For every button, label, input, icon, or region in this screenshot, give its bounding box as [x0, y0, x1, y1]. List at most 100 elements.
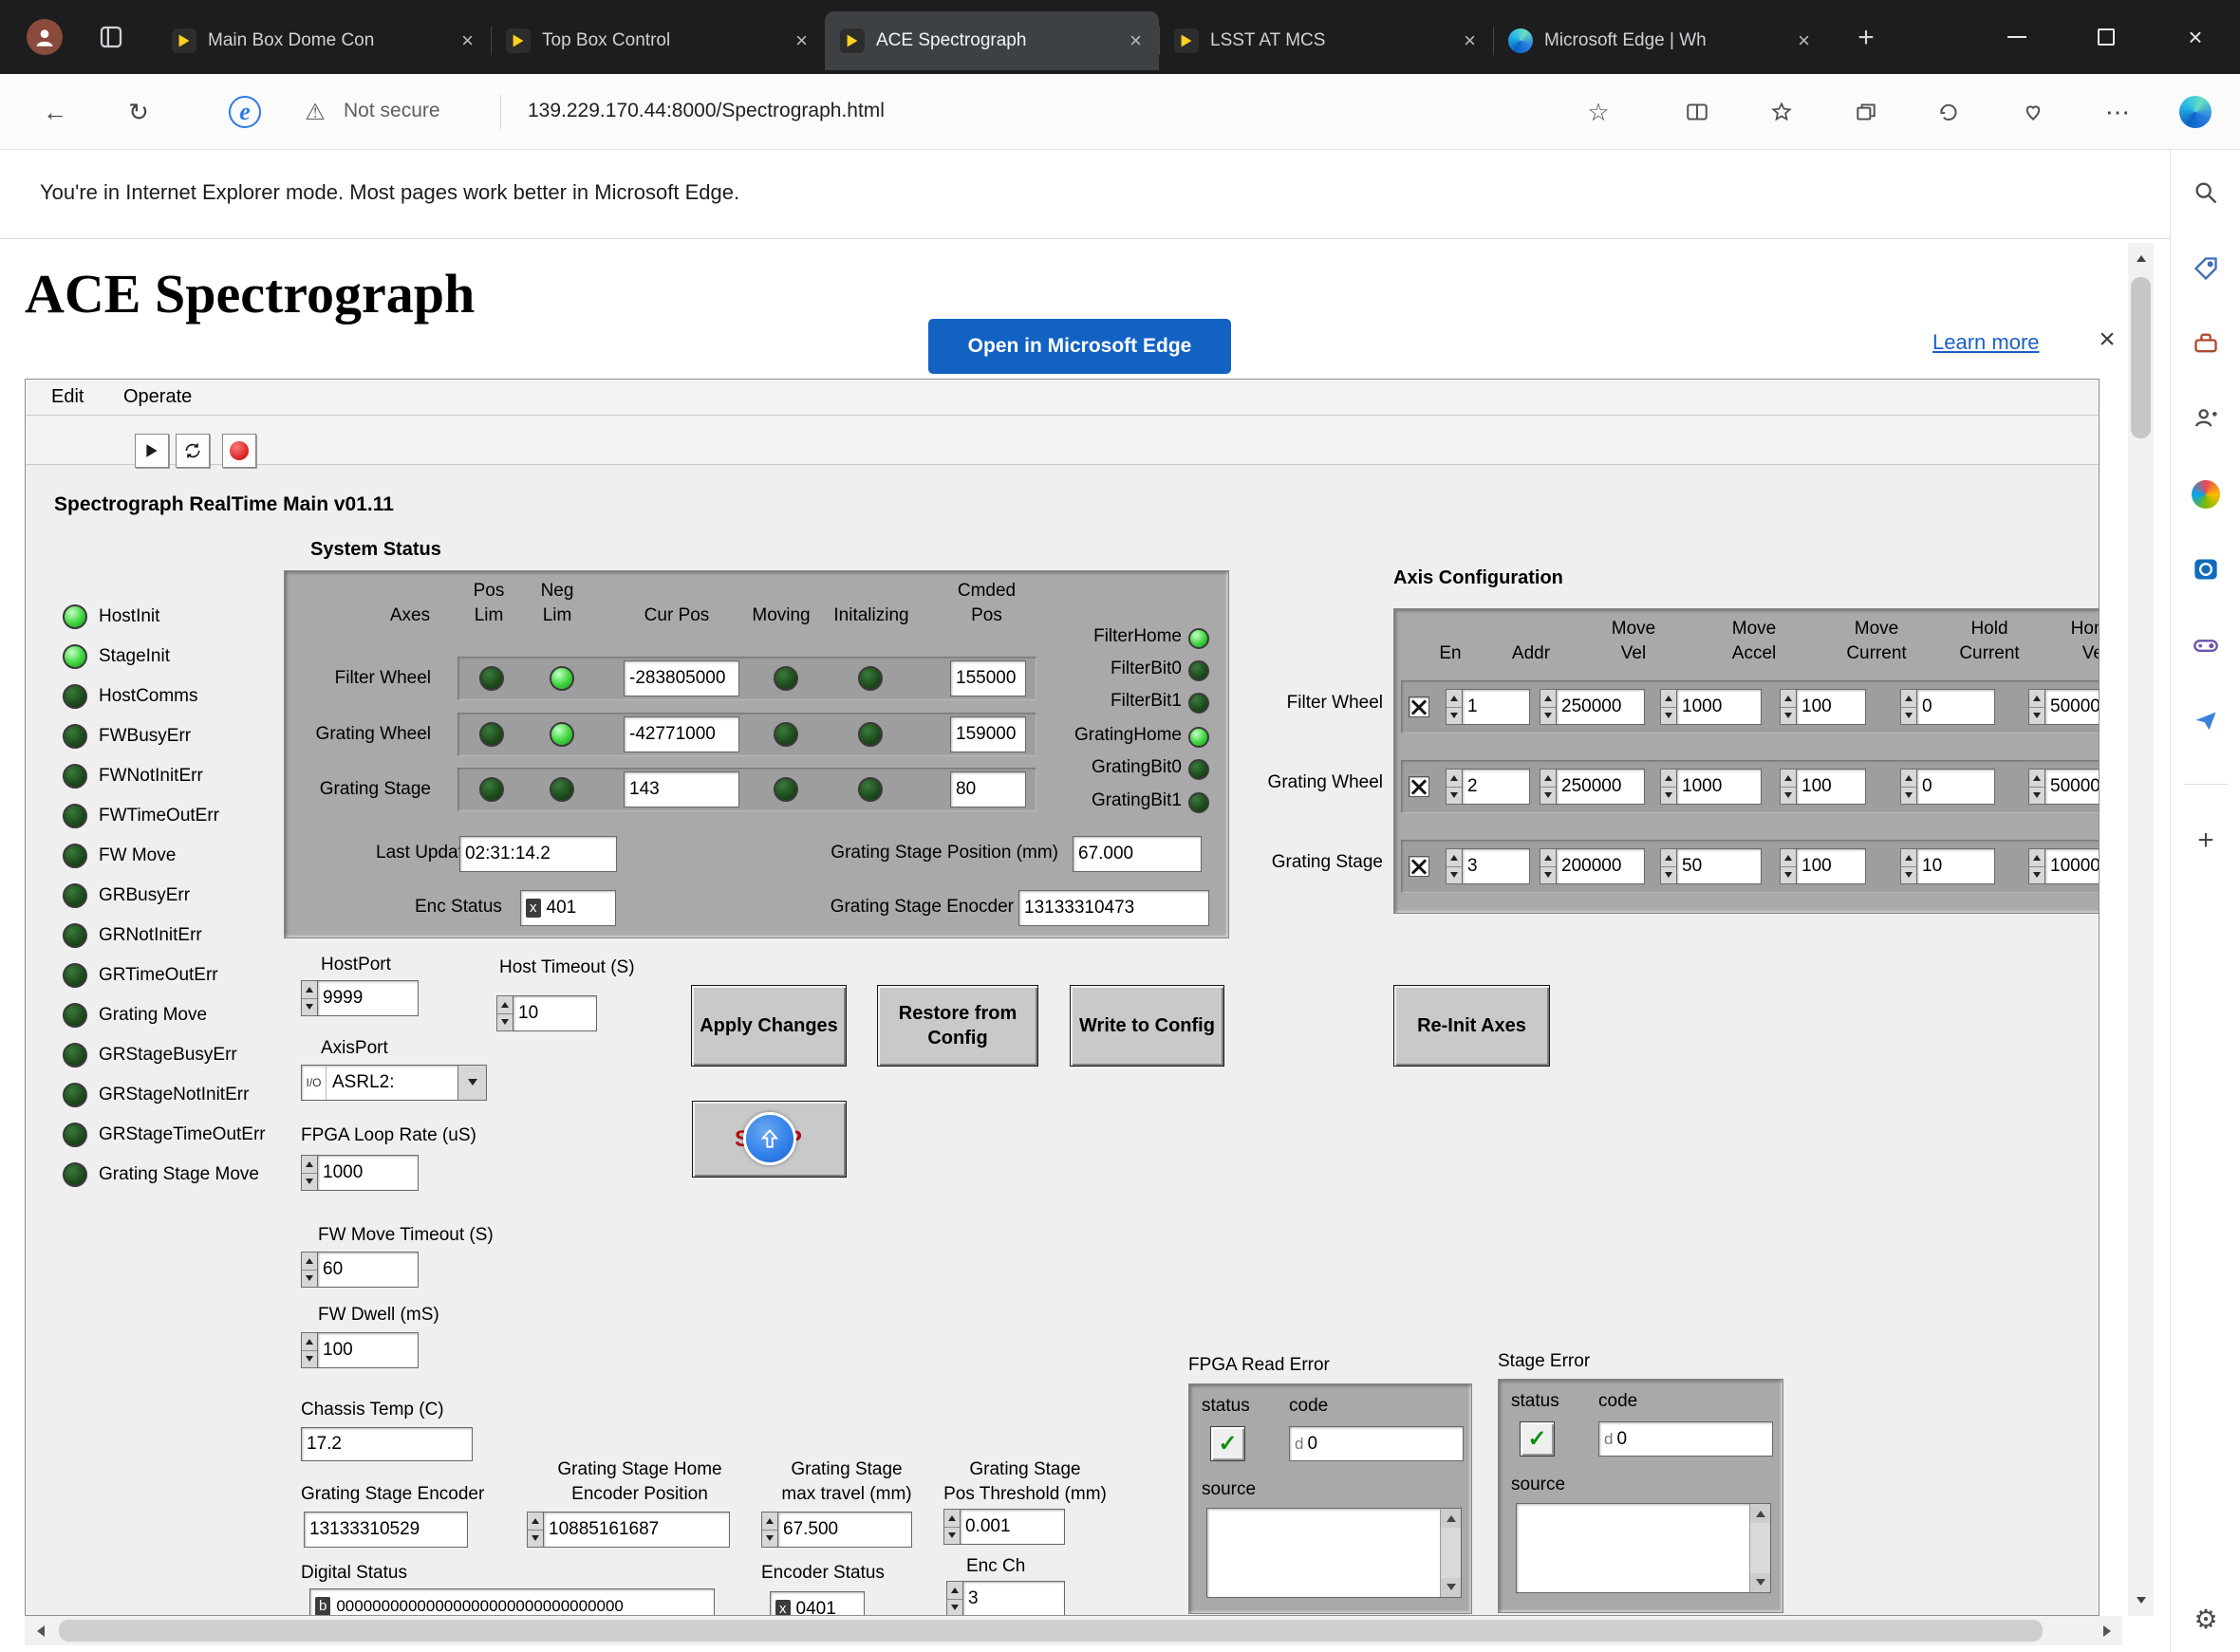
- spinner[interactable]: [527, 1512, 543, 1548]
- copilot-icon[interactable]: [2176, 93, 2214, 131]
- browser-tab-ace-spectrograph[interactable]: ACE Spectrograph ×: [825, 11, 1159, 70]
- hold-current-input[interactable]: 0: [1900, 689, 1995, 725]
- spinner[interactable]: [301, 1332, 317, 1368]
- en-checkbox[interactable]: [1409, 856, 1429, 877]
- source-textbox[interactable]: [1516, 1503, 1771, 1593]
- hostport-input[interactable]: 9999: [301, 980, 419, 1016]
- people-icon[interactable]: [2187, 399, 2225, 437]
- move-accel-input[interactable]: 1000: [1660, 769, 1762, 805]
- abort-button[interactable]: [222, 434, 256, 468]
- not-secure-warning-icon[interactable]: ⚠: [296, 93, 334, 131]
- sidebar-add-icon[interactable]: +: [2187, 822, 2225, 860]
- move-current-input[interactable]: 100: [1780, 848, 1866, 884]
- minimize-button[interactable]: [1972, 0, 2062, 74]
- fpga-loop-rate-input[interactable]: 1000: [301, 1155, 419, 1191]
- outlook-icon[interactable]: [2187, 550, 2225, 588]
- settings-gear-icon[interactable]: ⚙: [2187, 1600, 2225, 1638]
- reinit-axes-button[interactable]: Re-Init Axes: [1393, 985, 1550, 1067]
- vertical-scrollbar-thumb[interactable]: [2131, 277, 2151, 438]
- paper-plane-icon[interactable]: [2187, 702, 2225, 740]
- tab-actions-icon[interactable]: [97, 23, 125, 51]
- enc-ch-input[interactable]: 3: [946, 1581, 1065, 1616]
- spinner[interactable]: [946, 1581, 962, 1616]
- radix-binary[interactable]: b: [315, 1597, 330, 1616]
- profile-avatar[interactable]: [27, 19, 63, 55]
- move-vel-input[interactable]: 250000: [1540, 689, 1645, 725]
- en-checkbox[interactable]: [1409, 696, 1429, 717]
- banner-close-icon[interactable]: ×: [2086, 319, 2128, 361]
- radix-hex[interactable]: x: [526, 899, 541, 918]
- home-vel-input[interactable]: 100000: [2028, 848, 2100, 884]
- microsoft365-icon[interactable]: [2187, 475, 2225, 513]
- browser-essentials-icon[interactable]: [2014, 93, 2052, 131]
- browser-tab-main-box-dome[interactable]: Main Box Dome Con ×: [157, 11, 491, 70]
- source-scrollbar[interactable]: [1749, 1504, 1770, 1592]
- scroll-up-arrow[interactable]: [2128, 243, 2154, 273]
- scroll-left-arrow[interactable]: [25, 1616, 55, 1645]
- hold-current-input[interactable]: 0: [1900, 769, 1995, 805]
- dropdown-arrow[interactable]: [457, 1066, 486, 1100]
- open-in-edge-button[interactable]: Open in Microsoft Edge: [928, 319, 1231, 374]
- move-current-input[interactable]: 100: [1780, 689, 1866, 725]
- spinner[interactable]: [943, 1509, 960, 1545]
- collections-icon[interactable]: [1847, 93, 1885, 131]
- source-textbox[interactable]: [1206, 1508, 1462, 1598]
- run-continuous-button[interactable]: [176, 434, 210, 468]
- spinner[interactable]: [301, 1252, 317, 1288]
- hold-current-input[interactable]: 10: [1900, 848, 1995, 884]
- tab-close-icon[interactable]: ×: [1462, 28, 1478, 53]
- spinner[interactable]: [496, 995, 513, 1031]
- spinner[interactable]: [761, 1512, 777, 1548]
- move-vel-input[interactable]: 250000: [1540, 769, 1645, 805]
- home-vel-input[interactable]: 50000: [2028, 689, 2100, 725]
- back-button[interactable]: ←: [36, 93, 74, 131]
- vertical-scrollbar[interactable]: [2128, 243, 2154, 1616]
- home-vel-input[interactable]: 50000: [2028, 769, 2100, 805]
- fw-move-timeout-input[interactable]: 60: [301, 1252, 419, 1288]
- security-label[interactable]: Not secure: [344, 100, 440, 122]
- move-accel-input[interactable]: 1000: [1660, 689, 1762, 725]
- more-menu-button[interactable]: ⋯: [2099, 93, 2137, 131]
- sync-icon[interactable]: [1930, 93, 1968, 131]
- favorites-icon[interactable]: [1763, 93, 1801, 131]
- move-current-input[interactable]: 100: [1780, 769, 1866, 805]
- addr-input[interactable]: 1: [1446, 689, 1530, 725]
- en-checkbox[interactable]: [1409, 776, 1429, 797]
- tab-close-icon[interactable]: ×: [1128, 28, 1144, 53]
- horizontal-scrollbar-thumb[interactable]: [59, 1620, 2043, 1642]
- shopping-tag-icon[interactable]: [2187, 250, 2225, 288]
- spinner[interactable]: [301, 980, 317, 1016]
- addr-input[interactable]: 3: [1446, 848, 1530, 884]
- gs-max-travel-input[interactable]: 67.500: [761, 1512, 912, 1548]
- source-scrollbar[interactable]: [1440, 1509, 1461, 1597]
- radix-hex[interactable]: x: [775, 1600, 791, 1616]
- axisport-dropdown[interactable]: I/O ASRL2:: [301, 1065, 487, 1101]
- restore-from-config-button[interactable]: Restore from Config: [877, 985, 1038, 1067]
- horizontal-scrollbar[interactable]: [25, 1616, 2122, 1645]
- tab-close-icon[interactable]: ×: [459, 28, 476, 53]
- menu-edit[interactable]: Edit: [51, 386, 84, 408]
- learn-more-link[interactable]: Learn more: [1932, 330, 2040, 355]
- fw-dwell-input[interactable]: 100: [301, 1332, 419, 1368]
- move-vel-input[interactable]: 200000: [1540, 848, 1645, 884]
- write-to-config-button[interactable]: Write to Config: [1070, 985, 1224, 1067]
- new-tab-button[interactable]: +: [1849, 21, 1883, 55]
- address-bar[interactable]: 139.229.170.44:8000/Spectrograph.html: [528, 100, 885, 122]
- games-icon[interactable]: [2187, 626, 2225, 664]
- addr-input[interactable]: 2: [1446, 769, 1530, 805]
- add-favorite-star-icon[interactable]: ☆: [1579, 93, 1617, 131]
- browser-tab-top-box-control[interactable]: Top Box Control ×: [491, 11, 825, 70]
- move-accel-input[interactable]: 50: [1660, 848, 1762, 884]
- gs-home-encoder-input[interactable]: 10885161687: [527, 1512, 730, 1548]
- menu-operate[interactable]: Operate: [123, 386, 192, 408]
- split-screen-icon[interactable]: [1678, 93, 1716, 131]
- refresh-button[interactable]: ↻: [120, 93, 158, 131]
- close-window-button[interactable]: ×: [2151, 0, 2240, 74]
- toolbox-icon[interactable]: [2187, 325, 2225, 362]
- tab-close-icon[interactable]: ×: [793, 28, 810, 53]
- gs-pos-threshold-input[interactable]: 0.001: [943, 1509, 1065, 1545]
- spinner[interactable]: [301, 1155, 317, 1191]
- scroll-right-arrow[interactable]: [2092, 1616, 2122, 1645]
- browser-tab-microsoft-edge[interactable]: Microsoft Edge | Wh ×: [1493, 11, 1827, 70]
- maximize-button[interactable]: [2062, 0, 2151, 74]
